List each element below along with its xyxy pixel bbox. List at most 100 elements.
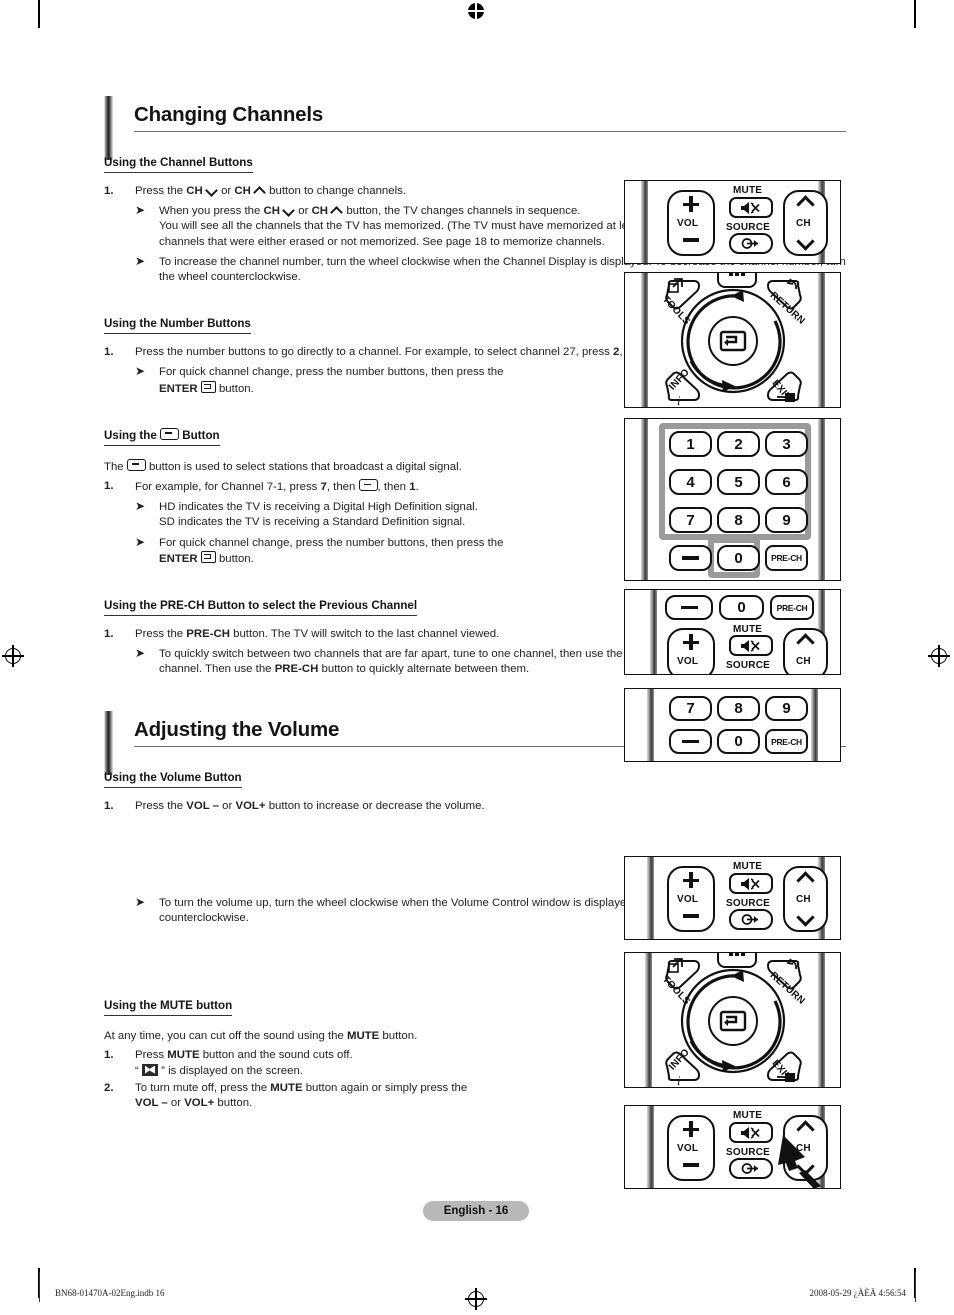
key-9: 9: [765, 696, 808, 721]
step-number: 1.: [104, 628, 114, 641]
key-2: 2: [717, 431, 760, 457]
ch-label: CH: [796, 218, 811, 229]
remote-diagram-wheel-channel: i TOOLS RETURN INFO EXIT: [624, 272, 841, 408]
page-number-badge: English - 16: [423, 1201, 529, 1221]
step-text: To turn mute off, press the MUTE button …: [135, 1081, 468, 1110]
mute-key: [729, 873, 773, 894]
remote-diagram-wheel-volume: i TOOLS RETURN INFO EXIT: [624, 952, 841, 1088]
source-input-icon: [741, 238, 758, 249]
svg-text:i: i: [677, 1073, 681, 1088]
key-7: 7: [669, 507, 712, 533]
svg-text:i: i: [677, 393, 681, 408]
step-number: 1.: [104, 799, 114, 812]
bullet-text: For quick channel change, press the numb…: [159, 536, 504, 565]
key-dash: [665, 595, 713, 620]
bullet-arrow-icon: ➤: [135, 203, 146, 218]
remote-rail-left: [650, 590, 657, 674]
mute-key: [729, 197, 773, 218]
footer-timestamp: 2008-05-29 ¿ÀÈÄ 4:56:54: [809, 1288, 907, 1298]
section-accent-bar: [104, 96, 113, 160]
key-prech: PRE-CH: [770, 595, 814, 620]
key-4: 4: [669, 469, 712, 495]
subsection-heading: Using the MUTE button: [104, 999, 233, 1017]
source-key: [729, 909, 773, 930]
remote-diagram-dash-button: 0 PRE-CH VOL MUTE SOURCE CH: [624, 589, 841, 675]
step-text: Press the PRE-CH button. The TV will swi…: [135, 628, 500, 641]
subsection-heading: Using the PRE-CH Button to select the Pr…: [104, 599, 418, 617]
subsection-heading: Using the Volume Button: [104, 771, 242, 788]
crop-mark-top-right: [914, 0, 916, 28]
ch-down-icon: [206, 186, 218, 195]
key-6: 6: [765, 469, 808, 495]
vol-plus-icon: [683, 872, 699, 888]
step-number: 1.: [104, 185, 114, 197]
section-heading-changing-channels: Changing Channels: [104, 96, 846, 160]
mute-label: MUTE: [733, 624, 763, 635]
ch-down-icon: [798, 233, 812, 247]
key-dash: [669, 545, 712, 571]
enter-icon: [200, 380, 216, 393]
bullet-text: For quick channel change, press the numb…: [159, 366, 504, 395]
step-number: 2.: [104, 1081, 114, 1094]
section-title: Changing Channels: [134, 103, 324, 126]
bullet-arrow-icon: ➤: [135, 534, 146, 549]
key-prech: PRE-CH: [765, 729, 808, 754]
step-text: Press MUTE button and the sound cuts off…: [135, 1049, 353, 1077]
trim-line-left: [39, 1272, 40, 1302]
step-number: 1.: [104, 1049, 114, 1062]
step-text: Press the number buttons to go directly …: [135, 346, 661, 359]
document-page: Changing Channels Using the Channel Butt…: [0, 0, 954, 1315]
vol-minus-icon: [683, 238, 699, 242]
vol-plus-icon: [683, 634, 699, 650]
vol-label: VOL: [677, 894, 699, 905]
enter-icon: [200, 550, 216, 563]
vol-plus-icon: [683, 1121, 699, 1137]
ch-up-icon: [331, 206, 343, 215]
bullet-arrow-icon: ➤: [135, 253, 146, 268]
key-0: 0: [719, 595, 764, 620]
ch-down-icon: [798, 909, 812, 923]
mute-osd-icon: [141, 1063, 158, 1076]
remote-diagram-prech: 7 8 9 0 PRE-CH: [624, 688, 841, 762]
step-text: Press the CH or CH button to change chan…: [135, 185, 406, 197]
wheel-graphic: i: [665, 273, 802, 408]
source-input-icon: [741, 1163, 758, 1174]
bullet-arrow-icon: ➤: [135, 364, 146, 379]
mute-speaker-icon: [741, 639, 760, 652]
key-0: 0: [717, 729, 760, 754]
key-prech: PRE-CH: [765, 545, 808, 571]
remote-diagram-number-pad: 1 2 3 4 5 6 7 8 9 0 PRE-CH: [624, 418, 841, 581]
numbered-step: 1. Press the VOL – or VOL+ button to inc…: [104, 799, 846, 814]
remote-diagram-volume-button: VOL MUTE SOURCE CH: [624, 856, 841, 940]
ch-up-icon: [254, 186, 266, 195]
key-8: 8: [717, 696, 760, 721]
registration-mark-top: [465, 0, 487, 22]
subsection-heading: Using the Channel Buttons: [104, 156, 253, 173]
remote-rail-right: [811, 689, 818, 761]
remote-rail-left: [641, 419, 648, 580]
mute-label: MUTE: [733, 1110, 763, 1121]
ch-label: CH: [796, 656, 811, 667]
registration-mark-left: [2, 645, 24, 667]
ch-up-icon: [798, 872, 812, 886]
vol-plus-icon: [683, 196, 699, 212]
source-key: [729, 233, 773, 254]
wheel-graphic: i: [665, 953, 802, 1088]
section-divider: [134, 131, 846, 133]
dash-key-icon: [160, 427, 180, 440]
remote-diagram-mute-button: VOL MUTE SOURCE CH: [624, 1105, 841, 1189]
mute-label: MUTE: [733, 861, 763, 872]
source-label: SOURCE: [726, 1147, 770, 1158]
remote-rail-left: [641, 181, 648, 263]
vol-label: VOL: [677, 218, 699, 229]
bullet-arrow-icon: ➤: [135, 499, 146, 514]
key-1: 1: [669, 431, 712, 457]
key-dash: [669, 729, 712, 754]
key-8: 8: [717, 507, 760, 533]
section-accent-bar: [104, 710, 113, 775]
pointer-arrow-mute: [778, 1135, 821, 1188]
mute-label: MUTE: [733, 185, 763, 196]
remote-rail-left: [647, 689, 654, 761]
key-7: 7: [669, 696, 712, 721]
key-5: 5: [717, 469, 760, 495]
